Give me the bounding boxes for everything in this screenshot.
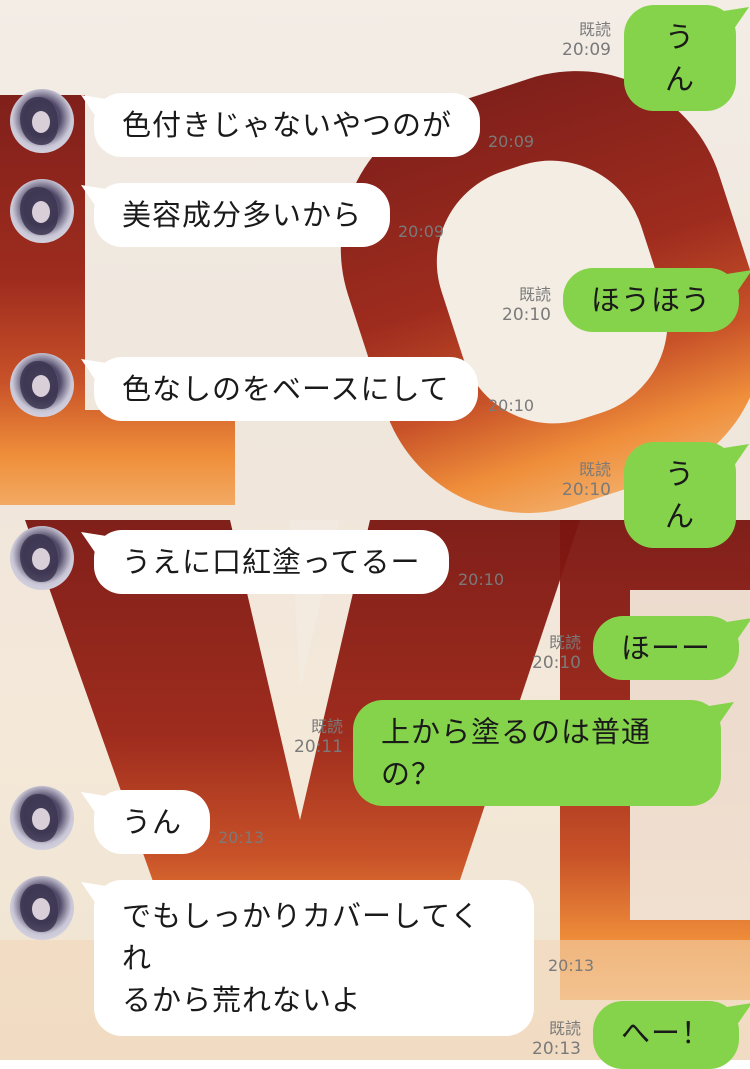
read-receipt: 既読 [578, 460, 611, 479]
incoming-message-bubble[interactable]: 色付きじゃないやつのが [94, 93, 481, 157]
outgoing-message-bubble[interactable]: うん [624, 5, 736, 111]
outgoing-message-bubble[interactable]: ほーー [593, 616, 740, 680]
message-time: 20:13 [218, 828, 265, 847]
message-meta: 既読 20:11 [287, 717, 343, 757]
message-time: 20:10 [562, 480, 611, 500]
message-time: 20:09 [488, 132, 535, 151]
outgoing-message-bubble[interactable]: うん [624, 442, 736, 548]
incoming-message-bubble[interactable]: でもしっかりカバーしてくれ るから荒れないよ [94, 880, 534, 1036]
incoming-message-bubble[interactable]: うん [94, 790, 211, 854]
message-meta: 既読 20:10 [495, 285, 551, 325]
message-meta: 既読 20:10 [555, 460, 611, 500]
outgoing-message-bubble[interactable]: へー！ [593, 1001, 740, 1069]
message-time: 20:10 [458, 570, 505, 589]
message-meta: 既読 20:13 [525, 1019, 581, 1059]
message-time: 20:11 [294, 737, 343, 757]
message-meta: 既読 20:10 [525, 633, 581, 673]
message-time: 20:13 [532, 1039, 581, 1059]
avatar-icon[interactable] [10, 526, 74, 590]
message-time: 20:10 [502, 305, 551, 325]
message-time: 20:10 [532, 653, 581, 673]
avatar-icon[interactable] [10, 353, 74, 417]
read-receipt: 既読 [518, 285, 551, 304]
message-list[interactable]: 既読 20:09 うん 色付きじゃないやつのが 20:09 美容成分多いから 2… [0, 0, 750, 1069]
avatar-icon[interactable] [10, 786, 74, 850]
incoming-message-bubble[interactable]: うえに口紅塗ってるー [94, 530, 449, 594]
message-time: 20:09 [562, 40, 611, 60]
message-meta: 既読 20:09 [555, 20, 611, 60]
message-time: 20:10 [488, 396, 535, 415]
incoming-message-bubble[interactable]: 美容成分多いから [94, 183, 391, 247]
avatar-icon[interactable] [10, 876, 74, 940]
read-receipt: 既読 [310, 717, 343, 736]
read-receipt: 既読 [548, 1019, 581, 1038]
incoming-message-bubble[interactable]: 色なしのをベースにして [94, 357, 478, 421]
outgoing-message-bubble[interactable]: ほうほう [563, 268, 740, 332]
message-time: 20:09 [398, 222, 445, 241]
message-time: 20:13 [548, 956, 595, 975]
avatar-icon[interactable] [10, 89, 74, 153]
outgoing-message-bubble[interactable]: 上から塗るのは普通の？ [353, 700, 721, 806]
avatar-icon[interactable] [10, 179, 74, 243]
read-receipt: 既読 [548, 633, 581, 652]
read-receipt: 既読 [578, 20, 611, 39]
